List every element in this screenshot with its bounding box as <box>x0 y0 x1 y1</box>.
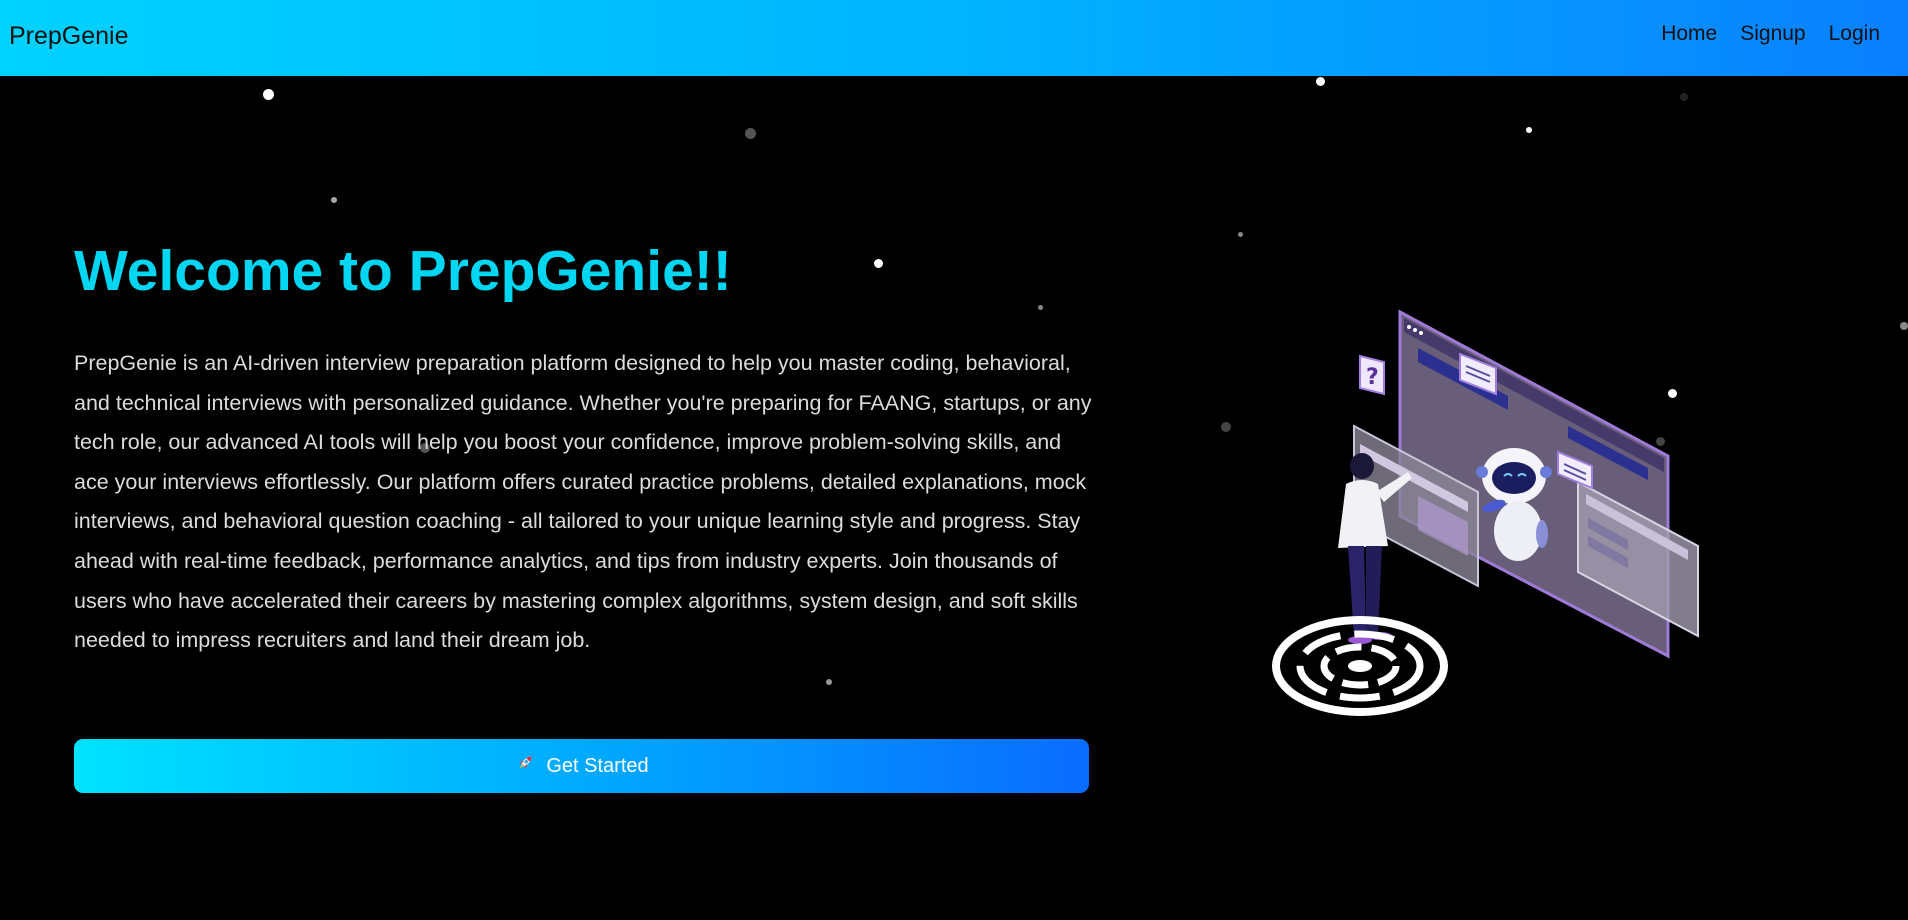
star <box>826 679 832 685</box>
star <box>1238 232 1243 237</box>
navbar: PrepGenie Home Signup Login <box>0 0 1908 76</box>
star <box>1900 322 1908 330</box>
nav-links: Home Signup Login <box>1661 22 1880 46</box>
get-started-button[interactable]: Get Started <box>74 739 1089 793</box>
svg-text:?: ? <box>1366 365 1379 390</box>
star <box>874 259 883 268</box>
nav-link-signup[interactable]: Signup <box>1740 22 1805 46</box>
star <box>1221 422 1231 432</box>
landing-content: PrepGenie Home Signup Login Welcome to P… <box>0 0 1908 920</box>
star <box>263 89 274 100</box>
star <box>1316 77 1325 86</box>
star <box>1526 127 1532 133</box>
rocket-icon <box>514 752 536 780</box>
hero-illustration: ? <box>1268 306 1708 726</box>
get-started-label: Get Started <box>546 754 649 777</box>
hero-title: Welcome to PrepGenie!! <box>74 239 732 303</box>
page: PrepGenie Home Signup Login Welcome to P… <box>0 0 1908 920</box>
star <box>1038 305 1043 310</box>
brand-logo[interactable]: PrepGenie <box>9 22 129 51</box>
hero-description: PrepGenie is an AI-driven interview prep… <box>74 351 1092 653</box>
star <box>745 128 756 139</box>
star <box>1680 93 1688 101</box>
star <box>331 197 337 203</box>
nav-link-home[interactable]: Home <box>1661 22 1717 46</box>
nav-link-login[interactable]: Login <box>1829 22 1880 46</box>
